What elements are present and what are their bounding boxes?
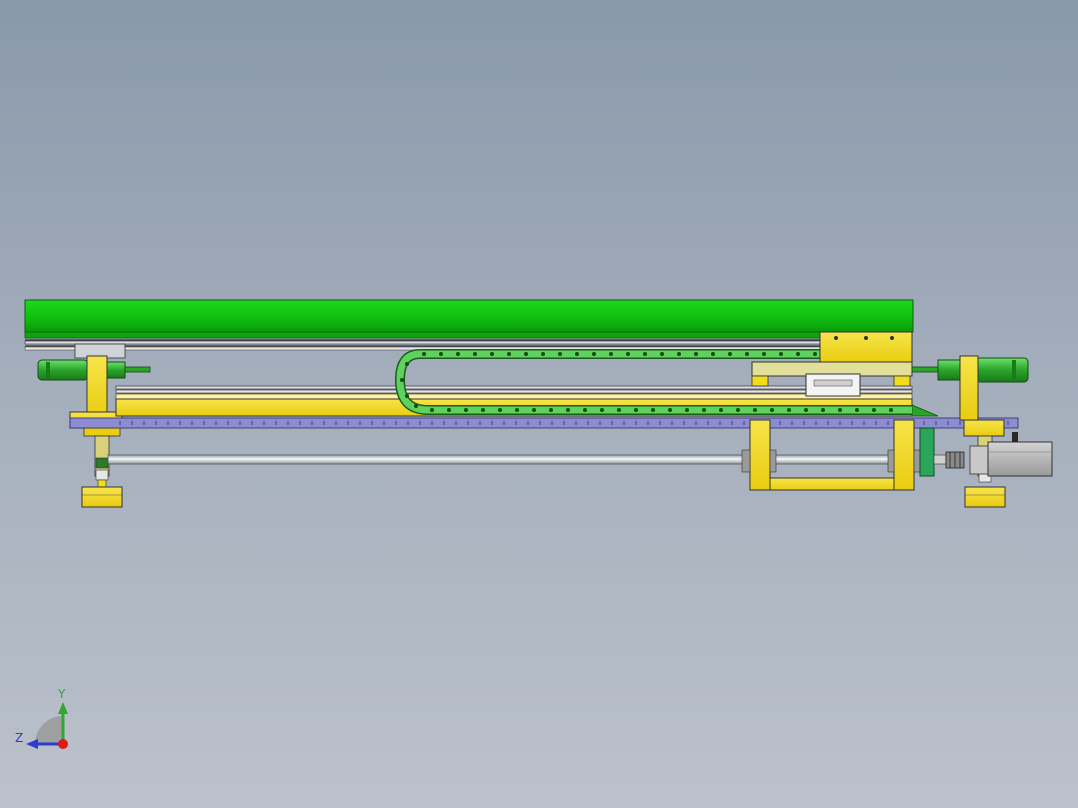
chain-link <box>821 408 825 412</box>
chain-link <box>558 352 562 356</box>
chain-link <box>694 352 698 356</box>
chain-link <box>583 408 587 412</box>
chain-link <box>770 408 774 412</box>
chain-link <box>762 352 766 356</box>
chain-link <box>643 352 647 356</box>
chain-link <box>498 408 502 412</box>
chain-link <box>532 408 536 412</box>
chain-link <box>668 408 672 412</box>
chain-link <box>872 408 876 412</box>
chain-link <box>736 408 740 412</box>
chain-link <box>651 408 655 412</box>
chain-link <box>481 408 485 412</box>
chain-link <box>473 352 477 356</box>
chain-link <box>524 352 528 356</box>
chain-link <box>405 394 409 398</box>
chain-link <box>702 408 706 412</box>
cad-viewport[interactable]: Y Z <box>0 0 1078 808</box>
chain-link <box>447 408 451 412</box>
chain-link <box>592 352 596 356</box>
right-leveling-foot[interactable] <box>964 486 1006 508</box>
chain-link <box>719 408 723 412</box>
chain-link <box>813 352 817 356</box>
left-leveling-foot[interactable] <box>81 486 123 508</box>
shaft-coupling[interactable] <box>919 427 965 477</box>
chain-link <box>855 408 859 412</box>
y-axis-label: Y <box>58 687 66 701</box>
z-axis-label: Z <box>15 731 24 745</box>
chain-link <box>796 352 800 356</box>
chain-link <box>439 352 443 356</box>
chain-link <box>422 352 426 356</box>
chain-link <box>711 352 715 356</box>
chain-link <box>617 408 621 412</box>
chain-link <box>515 408 519 412</box>
chain-link <box>430 408 434 412</box>
chain-link <box>626 352 630 356</box>
chain-link <box>745 352 749 356</box>
chain-link <box>685 408 689 412</box>
chain-link <box>677 352 681 356</box>
chain-link <box>787 408 791 412</box>
chain-link <box>838 408 842 412</box>
lead-screw-shaft[interactable] <box>107 454 909 465</box>
chain-link <box>889 408 893 412</box>
orientation-triad: Y Z <box>10 684 80 754</box>
base-plate[interactable] <box>69 417 1019 429</box>
chain-link <box>414 404 418 408</box>
chain-link <box>405 362 409 366</box>
chain-link <box>753 408 757 412</box>
chain-link <box>541 352 545 356</box>
chain-link <box>804 408 808 412</box>
chain-link <box>566 408 570 412</box>
chain-link <box>507 352 511 356</box>
chain-link <box>490 352 494 356</box>
chain-link <box>660 352 664 356</box>
chain-link <box>600 408 604 412</box>
chain-link <box>549 408 553 412</box>
chain-link <box>634 408 638 412</box>
chain-link <box>728 352 732 356</box>
chain-link <box>575 352 579 356</box>
chain-link <box>609 352 613 356</box>
machine-assembly-model[interactable] <box>0 0 1078 808</box>
chain-link <box>400 378 404 382</box>
chain-link <box>464 408 468 412</box>
chain-link <box>456 352 460 356</box>
chain-link <box>779 352 783 356</box>
upper-green-beam[interactable] <box>24 299 914 351</box>
